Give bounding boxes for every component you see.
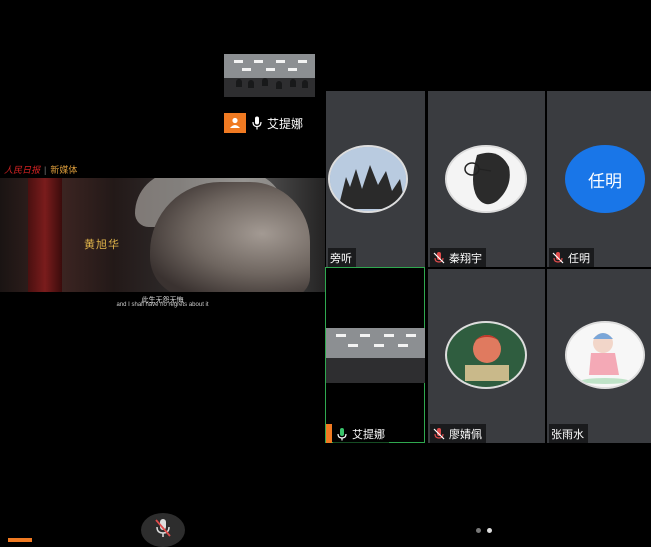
bottom-indicator bbox=[8, 538, 32, 542]
self-video-thumbnail[interactable] bbox=[224, 54, 315, 97]
avatar: 任明 bbox=[565, 145, 645, 213]
person-icon bbox=[224, 113, 246, 133]
participant-tile[interactable]: 旁听 bbox=[326, 91, 425, 268]
participant-tile[interactable]: 廖婧佩 bbox=[428, 269, 545, 444]
microphone-muted-icon bbox=[153, 517, 173, 544]
participant-tile[interactable]: 任明 任明 bbox=[547, 91, 651, 268]
logo-label: 新媒体 bbox=[50, 165, 78, 175]
mic-muted-icon bbox=[432, 427, 446, 441]
avatar bbox=[565, 321, 645, 389]
media-logo: 人民日报 | 新媒体 bbox=[4, 163, 78, 177]
participant-name: 旁听 bbox=[330, 253, 352, 265]
avatar bbox=[445, 145, 527, 213]
participant-name: 秦翔宇 bbox=[449, 253, 482, 265]
avatar bbox=[328, 145, 408, 213]
self-name-tag: 艾提娜 bbox=[224, 113, 303, 133]
subtitle-en: and I shall have no regrets about it bbox=[116, 302, 209, 308]
classroom-video bbox=[326, 328, 425, 383]
page-indicator[interactable] bbox=[476, 528, 492, 533]
mic-muted-icon bbox=[551, 251, 565, 265]
video-person-name: 黄旭华 bbox=[84, 238, 120, 251]
speaking-indicator bbox=[326, 424, 332, 443]
participant-name-tag: 任明 bbox=[549, 248, 594, 268]
video-frame bbox=[224, 54, 315, 78]
video-pillar bbox=[28, 178, 62, 292]
participant-tile-active[interactable]: 艾提娜 bbox=[325, 267, 425, 444]
mic-on-icon bbox=[335, 427, 349, 441]
video-portrait bbox=[150, 182, 310, 292]
participant-name-tag: 旁听 bbox=[328, 248, 356, 268]
participant-tile[interactable]: 秦翔宇 bbox=[428, 91, 545, 268]
self-name: 艾提娜 bbox=[267, 116, 304, 131]
participant-name: 张雨水 bbox=[551, 429, 584, 441]
participant-name-tag: 张雨水 bbox=[549, 424, 588, 444]
participant-name: 艾提娜 bbox=[352, 429, 385, 441]
avatar bbox=[445, 321, 527, 389]
mic-muted-icon bbox=[432, 251, 446, 265]
page-dot-active[interactable] bbox=[487, 528, 492, 533]
avatar-initials: 任明 bbox=[588, 171, 622, 191]
shared-video[interactable]: 黄旭华 bbox=[0, 178, 325, 292]
participant-name-tag: 艾提娜 bbox=[333, 424, 389, 444]
page-dot[interactable] bbox=[476, 528, 481, 533]
participant-name: 廖婧佩 bbox=[449, 429, 482, 441]
participant-name-tag: 秦翔宇 bbox=[430, 248, 486, 268]
participant-name-tag: 廖婧佩 bbox=[430, 424, 486, 444]
logo-brand: 人民日报 bbox=[4, 166, 41, 176]
participant-tile[interactable]: 张雨水 bbox=[547, 269, 651, 444]
microphone-icon bbox=[250, 115, 264, 131]
participant-name: 任明 bbox=[568, 253, 590, 265]
logo-divider: | bbox=[44, 164, 47, 175]
